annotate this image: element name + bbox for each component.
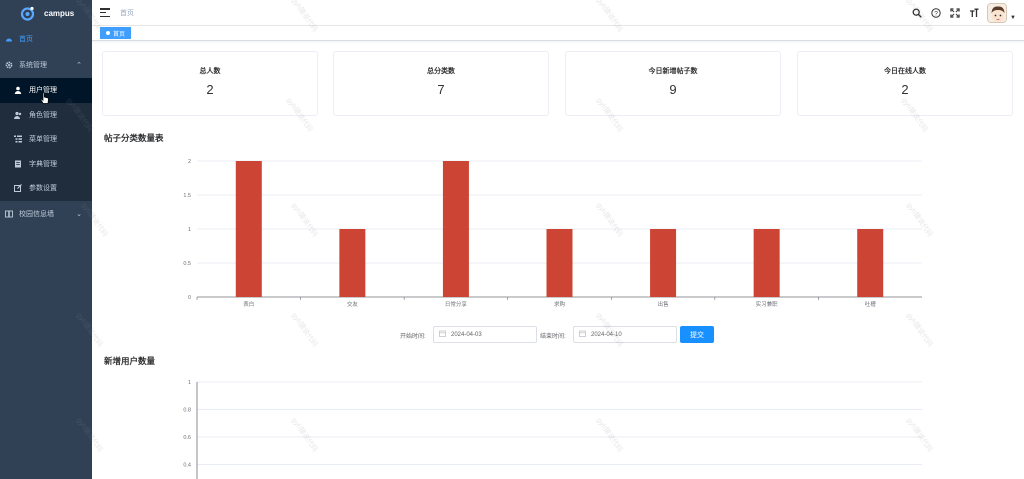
bar xyxy=(339,229,366,297)
stat-title: 今日新增帖子数 xyxy=(648,68,698,75)
sidebar-item-config[interactable]: 参数设置 xyxy=(0,176,92,201)
post-category-bar-chart: 0 0.5 1 1.5 2 表白 交友 日常分享 求购 出售 实习兼职 吐槽 xyxy=(183,159,922,308)
tags-view: 首页 xyxy=(92,26,1024,41)
x-tick-label: 实习兼职 xyxy=(756,300,779,308)
y-tick-label: 0.6 xyxy=(183,435,191,441)
calendar-icon xyxy=(439,330,446,339)
sidebar-item-label: 首页 xyxy=(19,36,33,43)
avatar[interactable] xyxy=(987,3,1008,23)
stat-card-total-categories: 总分类数 7 xyxy=(333,51,549,116)
sidebar-item-home[interactable]: 首页 xyxy=(0,26,92,52)
edit-icon xyxy=(14,184,22,193)
start-date-value: 2024-04-03 xyxy=(451,331,482,338)
stat-value: 7 xyxy=(437,82,445,97)
chevron-down-icon: ⌄ xyxy=(76,210,82,218)
book-icon xyxy=(5,210,13,218)
logo[interactable]: campus xyxy=(0,0,92,26)
user-icon xyxy=(14,86,22,95)
x-tick-label: 交友 xyxy=(347,300,359,308)
sidebar-item-label: 字典管理 xyxy=(29,160,57,168)
x-tick-label: 日常分享 xyxy=(445,300,468,308)
end-date-value: 2024-04-10 xyxy=(591,331,622,338)
y-tick-label: 0.5 xyxy=(183,261,191,267)
caret-down-icon[interactable]: ▼ xyxy=(1010,15,1016,21)
date-filter: 开始时间: 2024-04-03 结束时间: 2024-04-10 提交 xyxy=(0,326,1024,344)
bar xyxy=(546,229,573,297)
y-tick-label: 0 xyxy=(188,295,191,301)
calendar-icon xyxy=(579,330,586,339)
bar xyxy=(235,161,262,297)
logo-icon xyxy=(19,5,36,22)
tag-label: 首页 xyxy=(113,31,126,38)
sidebar-item-label: 角色管理 xyxy=(29,111,57,119)
tag-active-dot xyxy=(106,31,110,35)
question-icon[interactable]: ? xyxy=(930,8,941,19)
bar xyxy=(753,229,780,297)
svg-text:?: ? xyxy=(934,10,938,17)
tree-table-icon xyxy=(14,135,22,143)
stat-title: 总人数 xyxy=(199,68,221,75)
chevron-up-icon: ⌃ xyxy=(76,62,82,69)
font-size-icon[interactable] xyxy=(968,8,979,19)
search-icon[interactable] xyxy=(911,8,922,19)
x-tick-label: 吐槽 xyxy=(865,300,877,308)
tag-home[interactable]: 首页 xyxy=(100,27,132,39)
navbar-right: ? ▼ xyxy=(911,0,1016,26)
dashboard-icon xyxy=(5,35,13,43)
sidebar-item-label: 菜单管理 xyxy=(29,136,57,144)
sidebar-group-label: 校园信息墙 xyxy=(19,210,54,218)
stat-value: 2 xyxy=(901,82,909,97)
hamburger-icon[interactable] xyxy=(100,8,110,17)
user-chart-title: 新增用户数量 xyxy=(104,356,156,366)
gear-icon xyxy=(5,61,13,69)
sidebar-item-label: 参数设置 xyxy=(29,185,57,193)
breadcrumb: 首页 xyxy=(120,9,134,17)
sidebar-item-role-management[interactable]: 角色管理 xyxy=(0,102,92,127)
x-tick-label: 出售 xyxy=(658,300,669,308)
stat-title: 今日在线人数 xyxy=(884,68,926,75)
y-tick-label: 2 xyxy=(188,159,191,165)
stat-card-new-posts-today: 今日新增帖子数 9 xyxy=(565,51,781,116)
end-date-label: 结束时间: xyxy=(540,334,566,340)
bar xyxy=(650,229,677,297)
dict-icon xyxy=(14,160,22,168)
bar xyxy=(442,161,469,297)
y-tick-label: 1.5 xyxy=(183,193,191,199)
stat-value: 9 xyxy=(669,82,677,97)
hand-cursor-icon xyxy=(40,92,50,106)
sidebar-group-label: 系统管理 xyxy=(19,62,47,69)
x-tick-label: 表白 xyxy=(243,300,254,308)
sidebar-group-system[interactable]: 系统管理 ⌃ xyxy=(0,52,92,78)
end-date-picker[interactable]: 2024-04-10 xyxy=(573,326,677,343)
y-tick-label: 1 xyxy=(188,380,191,386)
start-date-label: 开始时间: xyxy=(400,334,426,340)
sidebar-item-dict-management[interactable]: 字典管理 xyxy=(0,151,92,176)
app-name: campus xyxy=(44,8,75,18)
bar xyxy=(857,229,884,297)
new-users-line-chart: 1 0.8 0.6 0.4 xyxy=(183,380,922,479)
post-chart-title: 帖子分类数量表 xyxy=(104,133,164,143)
stat-value: 2 xyxy=(206,82,214,97)
sidebar-item-menu-management[interactable]: 菜单管理 xyxy=(0,127,92,152)
user-group-icon xyxy=(14,111,22,119)
navbar: 首页 ? ▼ xyxy=(92,0,1024,26)
y-tick-label: 0.8 xyxy=(183,408,191,414)
stat-card-total-users: 总人数 2 xyxy=(102,51,318,116)
sidebar: campus 首页 系统管理 ⌃ 用户管理 角色管理 菜单管理 字典管理 参数设… xyxy=(0,0,92,479)
stat-title: 总分类数 xyxy=(427,68,455,75)
stat-card-online-today: 今日在线人数 2 xyxy=(797,51,1013,116)
y-tick-label: 1 xyxy=(188,227,191,233)
start-date-picker[interactable]: 2024-04-03 xyxy=(433,326,537,343)
submit-button[interactable]: 提交 xyxy=(680,326,714,343)
sidebar-group-campus-wall[interactable]: 校园信息墙 ⌄ xyxy=(0,201,92,227)
fullscreen-icon[interactable] xyxy=(949,8,960,19)
y-tick-label: 0.4 xyxy=(183,463,191,469)
x-tick-label: 求购 xyxy=(554,300,566,308)
